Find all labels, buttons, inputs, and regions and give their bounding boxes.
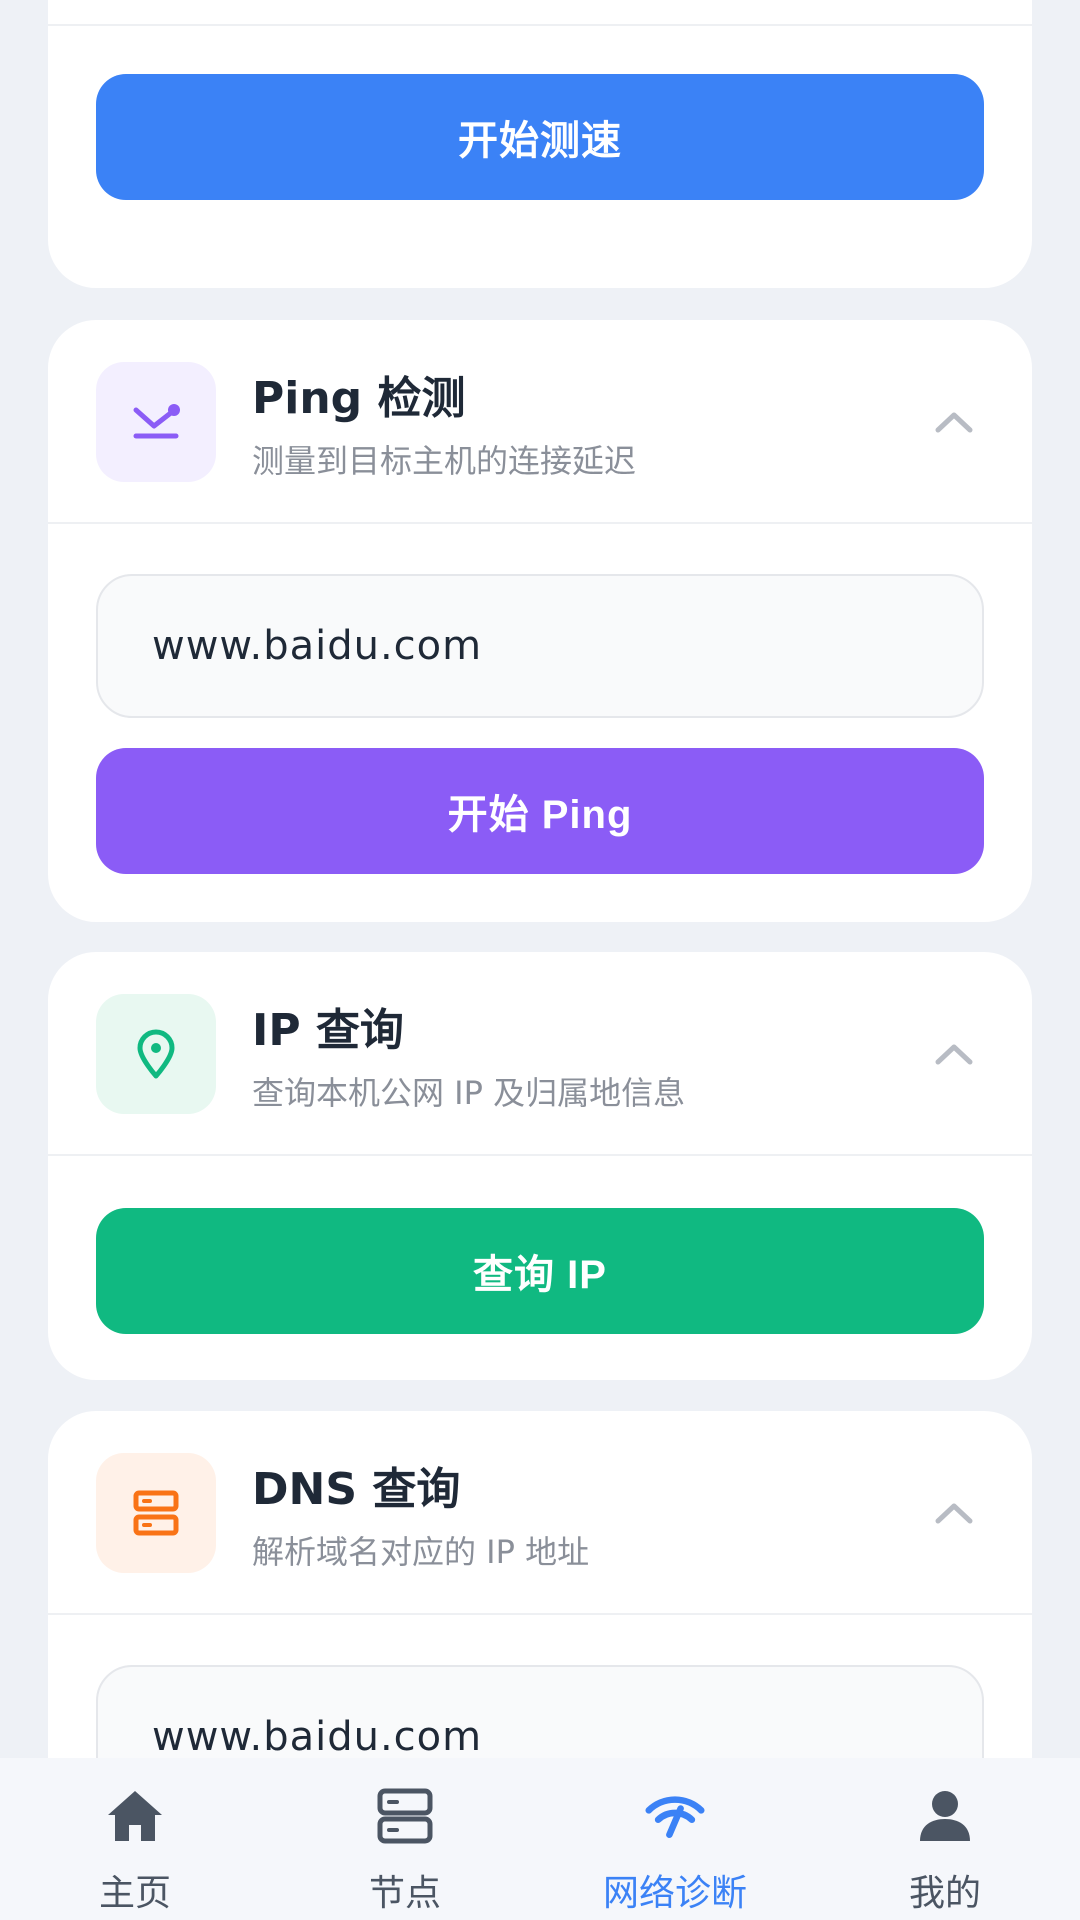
nav-label: 主页 bbox=[98, 1873, 171, 1914]
chevron-up-icon[interactable] bbox=[924, 1024, 984, 1084]
server-icon bbox=[375, 1786, 435, 1846]
divider bbox=[48, 1154, 1032, 1156]
server-icon bbox=[133, 1490, 179, 1536]
ping-icon-box bbox=[96, 362, 216, 482]
query-ip-button[interactable]: 查询 IP bbox=[96, 1208, 984, 1334]
nav-item-home[interactable]: 主页 bbox=[0, 1758, 270, 1920]
dns-card-header[interactable]: DNS 查询 解析域名对应的 IP 地址 bbox=[48, 1411, 1032, 1615]
location-pin-icon bbox=[137, 1029, 175, 1079]
ip-icon-box bbox=[96, 994, 216, 1114]
start-speed-test-button[interactable]: 开始测速 bbox=[96, 74, 984, 200]
nav-label: 我的 bbox=[908, 1873, 981, 1914]
ip-card: IP 查询 查询本机公网 IP 及归属地信息 查询 IP bbox=[48, 952, 1032, 1380]
ping-subtitle: 测量到目标主机的连接延迟 bbox=[252, 442, 637, 480]
ip-card-header[interactable]: IP 查询 查询本机公网 IP 及归属地信息 bbox=[48, 952, 1032, 1156]
start-ping-button[interactable]: 开始 Ping bbox=[96, 748, 984, 874]
home-icon bbox=[105, 1786, 165, 1846]
ping-card: Ping 检测 测量到目标主机的连接延迟 开始 Ping bbox=[48, 320, 1032, 922]
user-icon bbox=[915, 1786, 975, 1846]
wifi-icon bbox=[645, 1786, 705, 1846]
bottom-nav: 主页 节点 网络诊断 我的 bbox=[0, 1758, 1080, 1920]
speed-test-card: 开始测速 bbox=[48, 0, 1032, 288]
ping-host-input[interactable] bbox=[96, 574, 984, 718]
divider bbox=[48, 24, 1032, 26]
ping-title: Ping 检测 bbox=[252, 373, 466, 424]
chevron-up-icon[interactable] bbox=[924, 392, 984, 452]
dns-icon-box bbox=[96, 1453, 216, 1573]
ping-arrow-icon bbox=[133, 404, 180, 439]
chevron-up-icon[interactable] bbox=[924, 1483, 984, 1543]
nav-item-nodes[interactable]: 节点 bbox=[270, 1758, 540, 1920]
page: 开始测速 Ping 检测 测量到目标主机的连接延迟 开始 Ping bbox=[0, 0, 1080, 1920]
nav-label: 节点 bbox=[368, 1873, 441, 1914]
divider bbox=[48, 522, 1032, 524]
nav-item-profile[interactable]: 我的 bbox=[810, 1758, 1080, 1920]
ping-card-header[interactable]: Ping 检测 测量到目标主机的连接延迟 bbox=[48, 320, 1032, 524]
dns-title: DNS 查询 bbox=[252, 1464, 461, 1515]
nav-item-diagnostics[interactable]: 网络诊断 bbox=[540, 1758, 810, 1920]
nav-label: 网络诊断 bbox=[602, 1873, 747, 1914]
divider bbox=[48, 1613, 1032, 1615]
dns-subtitle: 解析域名对应的 IP 地址 bbox=[252, 1533, 590, 1571]
ip-title: IP 查询 bbox=[252, 1005, 404, 1056]
ip-subtitle: 查询本机公网 IP 及归属地信息 bbox=[252, 1074, 686, 1112]
